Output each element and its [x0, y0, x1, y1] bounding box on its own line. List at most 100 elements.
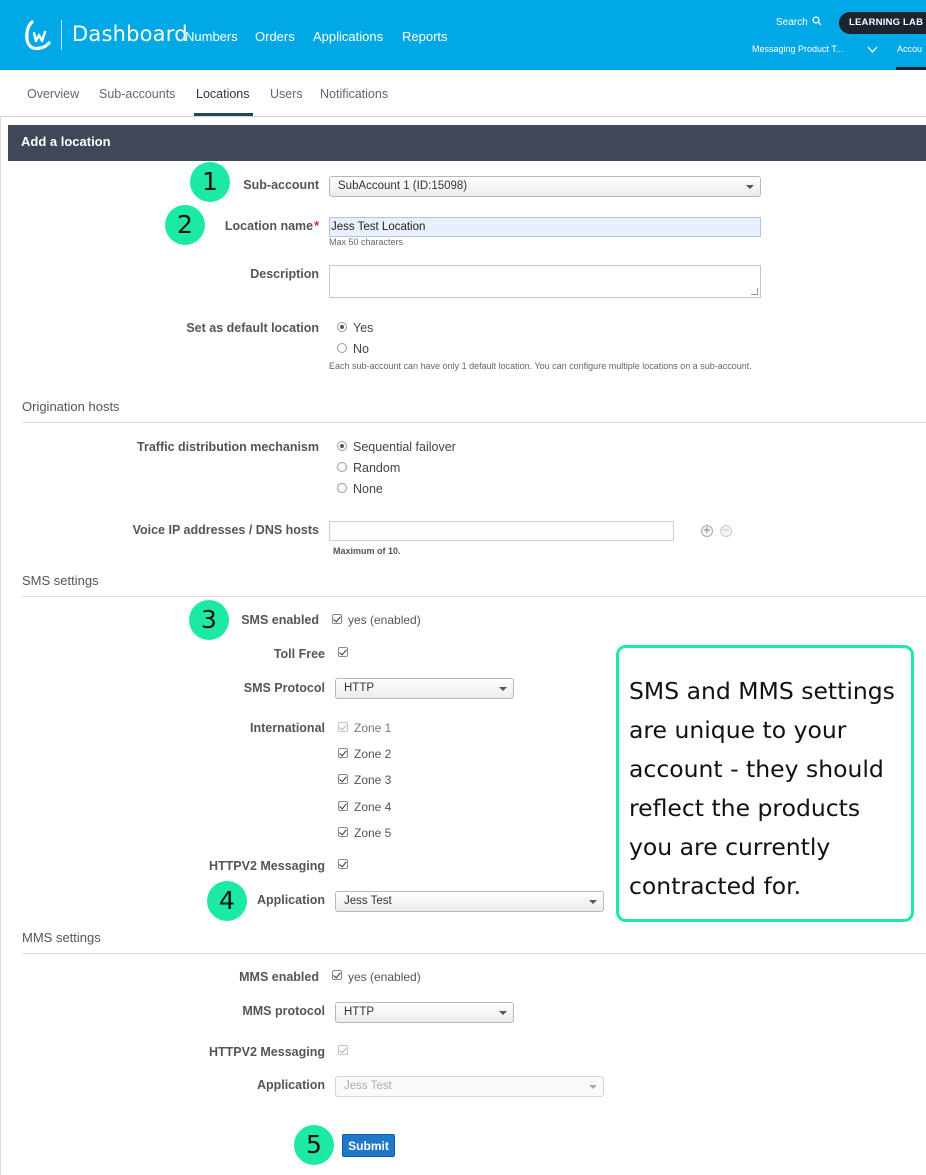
callout-line: are unique to your — [629, 716, 847, 744]
voice-ip-hint: Maximum of 10. — [333, 546, 401, 556]
mms-protocol-select[interactable]: HTTP — [335, 1002, 514, 1023]
tab-notifications[interactable]: Notifications — [320, 87, 388, 101]
zone-1-label: Zone 1 — [354, 721, 392, 735]
sms-enabled-text: yes (enabled) — [348, 613, 421, 627]
international-label: International — [249, 721, 325, 735]
default-no-radio[interactable] — [337, 343, 347, 353]
add-host-icon[interactable]: + — [701, 525, 713, 537]
sms-httpv2-label: HTTPV2 Messaging — [209, 859, 325, 873]
sub-account-value: SubAccount 1 (ID:15098) — [338, 180, 468, 192]
zone-1-checkbox — [338, 722, 348, 732]
traffic-sequential-radio[interactable] — [337, 441, 347, 451]
tab-locations[interactable]: Locations — [196, 87, 250, 101]
sms-protocol-select[interactable]: HTTP — [335, 678, 514, 699]
top-navbar: Dashboard Numbers Orders Applications Re… — [0, 0, 926, 70]
zone-4-checkbox[interactable] — [338, 801, 348, 811]
step-badge-2: 2 — [165, 205, 205, 245]
zone-3-label: Zone 3 — [354, 773, 392, 787]
tab-users[interactable]: Users — [270, 87, 303, 101]
step-badge-4: 4 — [207, 881, 247, 921]
traffic-random-label: Random — [353, 461, 401, 475]
callout-line: contracted for. — [629, 872, 802, 900]
sms-protocol-value: HTTP — [344, 682, 375, 694]
tab-sub-accounts[interactable]: Sub-accounts — [99, 87, 175, 101]
bandwidth-logo-icon[interactable] — [24, 19, 52, 51]
logo-divider — [61, 20, 62, 50]
account-selector[interactable]: Messaging Product T... — [752, 44, 843, 54]
step-badge-3: 3 — [189, 600, 229, 640]
location-name-hint: Max 50 characters — [329, 237, 404, 247]
nav-applications[interactable]: Applications — [313, 29, 383, 44]
voice-ip-input[interactable] — [329, 521, 674, 541]
dropdown-arrow-icon — [589, 900, 597, 904]
traffic-none-label: None — [353, 482, 383, 496]
sms-application-select[interactable]: Jess Test — [335, 891, 604, 912]
traffic-none-radio[interactable] — [337, 483, 347, 493]
sub-account-select[interactable]: SubAccount 1 (ID:15098) — [329, 176, 761, 197]
mms-settings-title: MMS settings — [22, 930, 101, 945]
sms-httpv2-checkbox[interactable] — [338, 859, 348, 869]
default-yes-radio[interactable] — [337, 322, 347, 332]
submit-button[interactable]: Submit — [342, 1134, 395, 1157]
zone-4-label: Zone 4 — [354, 800, 392, 814]
mms-httpv2-label: HTTPV2 Messaging — [209, 1045, 325, 1059]
description-textarea[interactable] — [329, 265, 761, 298]
traffic-distribution-label: Traffic distribution mechanism — [137, 440, 319, 454]
sms-settings-title: SMS settings — [22, 573, 99, 588]
dropdown-arrow-icon — [746, 185, 754, 189]
sms-protocol-label: SMS Protocol — [243, 681, 325, 695]
active-tab-underline — [194, 113, 253, 116]
step-badge-5: 5 — [294, 1125, 334, 1165]
remove-host-icon[interactable]: − — [720, 525, 732, 537]
zone-5-label: Zone 5 — [354, 826, 392, 840]
location-name-input[interactable]: Jess Test Location — [329, 217, 761, 237]
section-divider — [22, 422, 926, 423]
zone-5-checkbox[interactable] — [338, 827, 348, 837]
resize-handle-icon[interactable] — [751, 288, 758, 295]
location-name-label: Location name* — [225, 219, 319, 233]
location-name-label-text: Location name — [224, 219, 314, 233]
nav-orders[interactable]: Orders — [255, 29, 295, 44]
chevron-down-icon[interactable] — [867, 45, 878, 54]
nav-numbers[interactable]: Numbers — [185, 29, 238, 44]
search-label: Search — [776, 17, 808, 28]
toll-free-checkbox[interactable] — [338, 647, 348, 657]
mms-enabled-text: yes (enabled) — [348, 970, 421, 984]
default-no-label: No — [353, 342, 369, 356]
sub-navigation: Overview Sub-accounts Locations Users No… — [0, 70, 926, 117]
form-title: Add a location — [8, 125, 926, 161]
sms-enabled-checkbox[interactable] — [332, 614, 342, 624]
voice-ip-label: Voice IP addresses / DNS hosts — [132, 523, 319, 537]
sub-account-label: Sub-account — [243, 178, 319, 192]
required-asterisk: * — [314, 219, 319, 233]
app-title[interactable]: Dashboard — [72, 22, 188, 46]
zone-2-label: Zone 2 — [354, 747, 392, 761]
sms-enabled-label: SMS enabled — [241, 613, 319, 627]
mms-application-select: Jess Test — [335, 1076, 604, 1097]
mms-enabled-checkbox[interactable] — [332, 970, 342, 980]
zone-3-checkbox[interactable] — [338, 774, 348, 784]
toll-free-label: Toll Free — [273, 647, 325, 661]
nav-reports[interactable]: Reports — [402, 29, 448, 44]
callout-line: you are currently — [629, 833, 831, 861]
sms-application-value: Jess Test — [344, 895, 392, 907]
mms-protocol-label: MMS protocol — [242, 1004, 325, 1018]
tab-overview[interactable]: Overview — [27, 87, 79, 101]
zone-2-checkbox[interactable] — [338, 748, 348, 758]
mms-httpv2-checkbox — [338, 1045, 348, 1055]
mms-protocol-value: HTTP — [344, 1006, 375, 1018]
mms-application-value: Jess Test — [344, 1080, 392, 1092]
default-location-label: Set as default location — [186, 321, 319, 335]
callout-line: SMS and MMS settings — [629, 677, 895, 705]
section-divider — [22, 953, 926, 954]
default-yes-label: Yes — [353, 321, 374, 335]
dropdown-arrow-icon — [499, 1011, 507, 1015]
search-icon — [812, 16, 822, 26]
default-location-hint: Each sub-account can have only 1 default… — [329, 361, 752, 371]
dropdown-arrow-icon — [499, 687, 507, 691]
search-link[interactable]: Search — [776, 16, 822, 28]
account-tab[interactable]: Accou — [897, 44, 922, 54]
learning-lab-button[interactable]: LEARNING LAB & — [839, 12, 926, 34]
traffic-random-radio[interactable] — [337, 462, 347, 472]
dropdown-arrow-icon — [589, 1085, 597, 1089]
